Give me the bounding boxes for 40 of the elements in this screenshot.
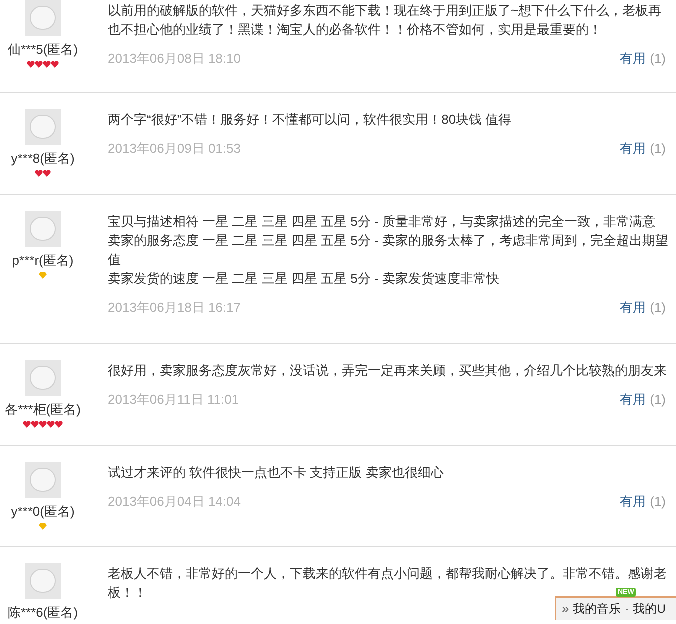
review-date: 2013年06月08日 18:10 <box>108 50 241 68</box>
review-date: 2013年06月09日 01:53 <box>108 140 241 158</box>
helpful-link[interactable]: 有用 <box>620 298 646 318</box>
helpful-link[interactable]: 有用 <box>620 49 646 69</box>
review-text: 老板人不错，非常好的一个人，下载来的软件有点小问题，都帮我耐心解决了。非常不错。感谢老 <box>108 565 667 583</box>
review-text: 宝贝与描述相符 一星 二星 三星 四星 五星 5分 - 质量非常好，与卖家描述的完全一致，非常满意 <box>108 213 656 231</box>
review-text: 板！！ <box>108 584 147 602</box>
avatar-icon <box>25 563 61 599</box>
review-text: 卖家的服务态度 一星 二星 三星 四星 五星 5分 - 卖家的服务太棒了，考虑非常周到，完全超出期望值 <box>108 232 670 269</box>
music-link[interactable]: 我的U <box>633 600 666 618</box>
expand-icon[interactable]: » <box>562 599 570 619</box>
avatar-icon <box>25 211 61 247</box>
review-date: 2013年06月18日 16:17 <box>108 299 241 318</box>
avatar-icon <box>25 0 61 36</box>
helpful-link[interactable]: 有用 <box>620 139 646 159</box>
user-name: p***r(匿名) <box>12 252 74 270</box>
user-name: 各***柜(匿名) <box>5 401 81 419</box>
avatar-icon <box>25 109 61 145</box>
helpful-count: (1) <box>650 391 666 410</box>
review-text: 试过才来评的 软件很快一点也不卡 支持正版 卖家也很细心 <box>108 464 444 482</box>
avatar-icon <box>25 462 61 498</box>
helpful-count: (1) <box>650 493 666 512</box>
helpful-count: (1) <box>650 140 666 158</box>
separator-dot: · <box>625 601 630 618</box>
review-text: 很好用，卖家服务态度灰常好，没话说，弄完一定再来关顾，买些其他，介绍几个比较熟的朋友来 <box>108 362 667 380</box>
review-date: 2013年06月11日 11:01 <box>108 391 240 410</box>
user-name: y***0(匿名) <box>11 503 75 521</box>
helpful-link[interactable]: 有用 <box>620 492 646 512</box>
review-text: 两个字“很好”不错！服务好！不懂都可以问，软件很实用！80块钱 值得 <box>108 111 512 129</box>
user-name: 陈***6(匿名) <box>8 604 78 622</box>
user-name: y***8(匿名) <box>11 150 75 168</box>
user-name: 仙***5(匿名) <box>8 41 78 59</box>
helpful-count: (1) <box>650 50 666 68</box>
music-link[interactable]: 我的音乐 <box>573 600 622 618</box>
review-text: 卖家发货的速度 一星 二星 三星 四星 五星 5分 - 卖家发货速度非常快 <box>108 270 500 288</box>
review-text: 以前用的破解版的软件，天猫好多东西不能下载！现在终于用到正版了~想下什么下什么，老板再也不担心他的业绩了！黑谍！淘宝人的必备软件！！价格不管如何，实用是最重要的！ <box>108 2 663 39</box>
helpful-link[interactable]: 有用 <box>620 390 646 410</box>
avatar-icon <box>25 360 61 396</box>
review-date: 2013年06月04日 14:04 <box>108 493 241 512</box>
helpful-count: (1) <box>650 299 666 318</box>
